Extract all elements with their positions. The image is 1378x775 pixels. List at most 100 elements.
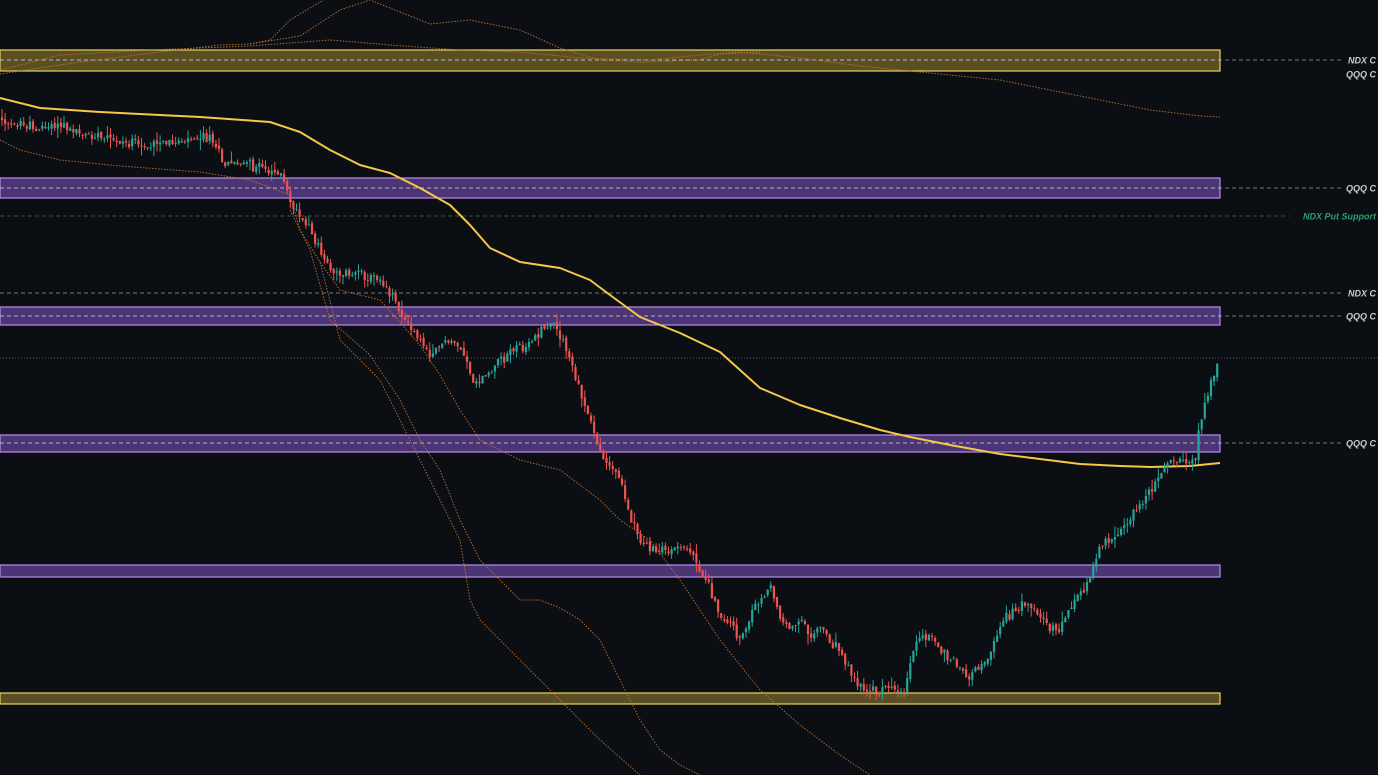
candle-body xyxy=(1058,629,1061,632)
candle-body xyxy=(369,275,372,282)
candle xyxy=(791,625,794,631)
candle-body xyxy=(245,162,248,164)
candle-body xyxy=(565,337,568,352)
candle-body xyxy=(112,138,115,141)
candle xyxy=(1073,593,1076,613)
candle-body xyxy=(106,135,109,139)
candle-body xyxy=(701,570,704,578)
candle xyxy=(44,121,47,129)
candle-body xyxy=(943,649,946,653)
candle xyxy=(431,344,434,358)
candle xyxy=(81,133,84,140)
candle-body xyxy=(689,548,692,553)
candle-body xyxy=(810,633,813,638)
candle-body xyxy=(1166,463,1169,468)
candle-body xyxy=(447,340,450,343)
candle xyxy=(1132,508,1135,528)
candle xyxy=(128,140,131,150)
candle xyxy=(837,642,841,657)
candle xyxy=(751,604,754,627)
candle-body xyxy=(667,551,670,554)
candle-body xyxy=(1008,614,1011,620)
candle xyxy=(388,285,391,304)
candle xyxy=(13,122,16,126)
candle-body xyxy=(599,444,602,452)
candle xyxy=(115,135,118,147)
candle-body xyxy=(1054,624,1058,631)
candle xyxy=(667,546,670,556)
candle-body xyxy=(983,662,986,666)
candle xyxy=(385,280,388,289)
candle-body xyxy=(41,125,44,129)
candle-body xyxy=(868,690,872,692)
candle-body xyxy=(1113,537,1116,540)
candle-body xyxy=(865,689,868,692)
candle xyxy=(540,325,543,339)
candle xyxy=(515,341,518,357)
candle xyxy=(434,347,438,356)
candle xyxy=(298,202,301,223)
candle-body xyxy=(320,242,323,255)
candle-body xyxy=(717,599,720,613)
candle-body xyxy=(797,621,800,625)
candle-body xyxy=(1098,546,1101,558)
candle-body xyxy=(841,649,844,655)
candle xyxy=(416,329,419,342)
candle-body xyxy=(1045,618,1048,623)
candle-body xyxy=(825,629,828,635)
candle xyxy=(413,328,416,333)
candle-body xyxy=(1036,609,1039,615)
candle xyxy=(723,614,726,623)
candle-body xyxy=(196,137,199,139)
candle-body xyxy=(965,669,968,678)
candle xyxy=(152,138,155,157)
candle-body xyxy=(875,686,878,693)
candle-body xyxy=(844,653,847,665)
candle-body xyxy=(1135,509,1138,511)
candle-body xyxy=(924,633,927,640)
candle xyxy=(1200,418,1203,436)
candle xyxy=(1178,456,1182,464)
candle xyxy=(149,142,152,152)
candle-body xyxy=(558,330,562,340)
candle-body xyxy=(264,166,267,169)
candle-body xyxy=(766,589,769,596)
candle xyxy=(844,652,847,670)
candle xyxy=(369,272,372,285)
candle xyxy=(456,341,459,352)
candle xyxy=(803,619,806,626)
candle-body xyxy=(1067,610,1070,618)
candle xyxy=(630,509,633,523)
candle-body xyxy=(1020,601,1023,611)
candle-body xyxy=(1120,528,1123,535)
candle-body xyxy=(921,635,924,638)
candle-body xyxy=(772,585,775,599)
candle xyxy=(813,629,816,642)
candle xyxy=(853,672,856,682)
candle-body xyxy=(692,551,695,555)
candle xyxy=(568,348,571,362)
candle xyxy=(348,267,351,280)
candle xyxy=(10,118,13,129)
candle xyxy=(236,159,239,166)
candle xyxy=(1082,582,1085,593)
candle-body xyxy=(329,262,332,271)
candle xyxy=(419,334,422,343)
candle-body xyxy=(270,170,273,175)
candle-body xyxy=(400,309,403,317)
candle xyxy=(1014,603,1017,612)
candle xyxy=(1098,543,1101,560)
candle-body xyxy=(35,128,38,131)
candle xyxy=(1045,611,1048,626)
candle-body xyxy=(1175,461,1178,464)
candle xyxy=(977,663,980,670)
candle-body xyxy=(698,564,701,572)
candle xyxy=(949,658,952,663)
candle xyxy=(710,577,713,600)
candle xyxy=(354,270,357,281)
candle xyxy=(788,621,791,630)
candle xyxy=(465,350,469,369)
candle xyxy=(363,270,366,288)
candle-body xyxy=(75,129,78,134)
candle-body xyxy=(676,546,679,549)
